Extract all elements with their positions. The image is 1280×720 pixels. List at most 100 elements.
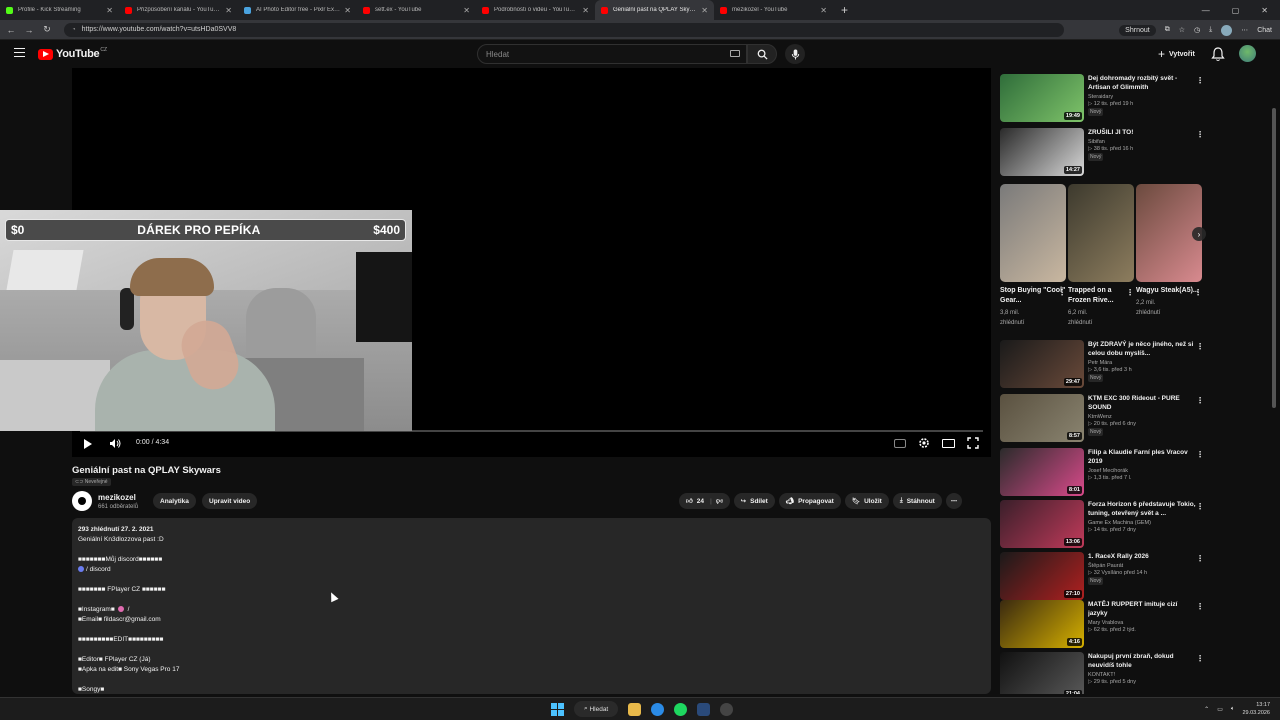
browser-tab[interactable]: Profile - Kick Streaming ✕ — [0, 0, 119, 20]
recommended-video[interactable]: 27:10 1. RaceX Rally 2026 Štěpán Paurát ▷ 3… — [1000, 552, 1206, 600]
browser-tab[interactable]: AI Photo Editor free - Pixlr Express ✕ — [238, 0, 357, 20]
fullscreen-icon[interactable] — [967, 437, 979, 449]
taskbar-search[interactable]: ⌕ Hledat — [574, 701, 619, 717]
recommended-video[interactable]: 8:57 KTM EXC 300 Rideout - PURE SOUND KtmW… — [1000, 394, 1206, 442]
volume-icon[interactable] — [109, 438, 121, 449]
more-options-icon[interactable]: ⋮ — [1196, 130, 1204, 139]
subtitles-icon[interactable] — [894, 438, 906, 448]
description-box[interactable]: 293 zhlédnutí 27. 2. 2021 Geniální Kn3dl… — [72, 518, 991, 694]
create-button[interactable]: + Vytvořit — [1152, 46, 1201, 62]
edit-video-button[interactable]: Upravit video — [202, 493, 258, 509]
tab-close-icon[interactable]: ✕ — [106, 6, 113, 15]
recommended-video[interactable]: 13:06 Forza Horizon 6 představuje Tokio, … — [1000, 500, 1206, 548]
profile-avatar[interactable] — [1221, 24, 1233, 36]
scrollbar-thumb[interactable] — [1272, 108, 1276, 408]
more-options-icon[interactable]: ⋮ — [1196, 502, 1204, 511]
video-thumbnail[interactable]: 4:16 — [1000, 600, 1084, 648]
search-input[interactable]: Hledat — [477, 44, 747, 64]
video-thumbnail[interactable]: 14:27 — [1000, 128, 1084, 176]
video-title[interactable]: Nakupuj první zbraň, dokud neuvidíš tohl… — [1088, 652, 1196, 670]
more-actions-button[interactable]: ⋯ — [945, 493, 963, 509]
tab-close-icon[interactable]: ✕ — [582, 6, 589, 15]
video-thumbnail[interactable]: 27:10 — [1000, 552, 1084, 600]
youtube-logo[interactable]: YouTube CZ — [38, 47, 107, 60]
theater-mode-icon[interactable] — [942, 438, 955, 448]
tab-close-icon[interactable]: ✕ — [344, 6, 351, 15]
video-title[interactable]: MATĚJ RUPPERT imituje cizí jazyky — [1088, 600, 1196, 618]
spotify-icon[interactable] — [674, 702, 688, 716]
extensions-icon[interactable]: ⧉ — [1165, 26, 1170, 34]
page-scrollbar[interactable] — [1270, 68, 1278, 694]
back-icon[interactable]: ← — [4, 25, 18, 35]
channel-name[interactable]: KtmWenz — [1088, 414, 1196, 420]
share-button[interactable]: ↪ Sdílet — [733, 493, 775, 509]
short-thumbnail[interactable] — [1068, 184, 1134, 282]
site-info-icon[interactable]: ◔ — [72, 27, 76, 33]
channel-name[interactable]: KONTAKT! — [1088, 672, 1196, 678]
more-options-icon[interactable]: ⋮ — [1196, 654, 1204, 663]
video-title[interactable]: Filip a Klaudie Farní ples Vracov 2019 — [1088, 448, 1196, 466]
short-title[interactable]: Wagyu Steak(A5)... — [1136, 286, 1202, 296]
short-title[interactable]: Stop Buying "Cool" Gear... — [1000, 286, 1066, 306]
channel-avatar[interactable] — [72, 491, 92, 511]
thumbs-down-icon[interactable]: 👍︎ — [716, 497, 723, 505]
channel-name[interactable]: Steraidary — [1088, 94, 1196, 100]
edge-browser-icon[interactable] — [651, 702, 665, 716]
new-tab-icon[interactable]: + — [841, 3, 848, 17]
browser-tab[interactable]: Podrobnosti o videu - YouTube Studio ✕ — [476, 0, 595, 20]
download-icon[interactable]: ⤓ — [1209, 26, 1212, 34]
menu-icon[interactable] — [14, 48, 25, 60]
recommended-video[interactable]: 29:47 Být ZDRAVÝ je něco jiného, než si c… — [1000, 340, 1206, 388]
tab-close-icon[interactable]: ✕ — [463, 6, 470, 15]
reload-icon[interactable]: ↻ — [40, 24, 54, 35]
clock[interactable]: 13:17 29.03.2026 — [1242, 701, 1270, 717]
maximize-icon[interactable]: ▢ — [1232, 6, 1240, 15]
channel-name[interactable]: Josef Mecihorák — [1088, 468, 1196, 474]
video-thumbnail[interactable]: 8:57 — [1000, 394, 1084, 442]
video-title[interactable]: 1. RaceX Rally 2026 — [1088, 552, 1196, 561]
more-options-icon[interactable]: ⋮ — [1058, 288, 1066, 297]
download-button[interactable]: ⤓ Stáhnout — [892, 493, 942, 509]
voice-search-button[interactable] — [785, 44, 805, 64]
tray-chevron-icon[interactable]: ⌃ — [1204, 706, 1209, 713]
favorites-icon[interactable]: ☆ — [1179, 26, 1185, 34]
more-options-icon[interactable]: ⋮ — [1196, 342, 1204, 351]
tab-close-icon[interactable]: ✕ — [225, 6, 232, 15]
channel-name[interactable]: Petr Mára — [1088, 360, 1196, 366]
short-title[interactable]: Trapped on a Frozen Rive... — [1068, 286, 1134, 306]
more-options-icon[interactable]: ⋮ — [1196, 450, 1204, 459]
short-thumbnail[interactable] — [1000, 184, 1066, 282]
more-options-icon[interactable]: ⋮ — [1196, 602, 1204, 611]
tab-close-icon[interactable]: ✕ — [820, 6, 827, 15]
shorts-next-button[interactable]: › — [1192, 227, 1206, 241]
channel-name[interactable]: Štěpán Paurát — [1088, 563, 1196, 569]
account-avatar[interactable] — [1239, 45, 1256, 62]
video-thumbnail[interactable]: 8:01 — [1000, 448, 1084, 496]
browser-tab[interactable]: sett.ex - YouTube ✕ — [357, 0, 476, 20]
recommended-video[interactable]: 14:27 ZRUŠILI JI TO! Sibifan ▷ 38 tis. před… — [1000, 128, 1206, 176]
obs-icon[interactable] — [720, 702, 734, 716]
channel-name[interactable]: mezikozel — [98, 493, 136, 502]
video-title[interactable]: ZRUŠILI JI TO! — [1088, 128, 1196, 137]
like-button[interactable]: 👍︎ 24 | 👍︎ — [679, 493, 730, 509]
short-video[interactable]: Stop Buying "Cool" Gear... 3,8 mil. zhlédn… — [1000, 184, 1066, 328]
browser-tab[interactable]: mezikozel - YouTube ✕ — [714, 0, 833, 20]
forward-icon[interactable]: → — [22, 25, 36, 35]
close-window-icon[interactable]: ✕ — [1261, 6, 1268, 15]
start-button[interactable] — [551, 702, 564, 716]
keyboard-icon[interactable] — [730, 50, 740, 57]
menu-dots-icon[interactable]: ⋯ — [1241, 26, 1248, 34]
analytics-button[interactable]: Analytika — [153, 493, 196, 509]
save-button[interactable]: 🔖︎ Uložit — [844, 493, 889, 509]
video-title[interactable]: KTM EXC 300 Rideout - PURE SOUND — [1088, 394, 1196, 412]
search-button[interactable] — [747, 44, 777, 64]
play-icon[interactable] — [84, 439, 92, 449]
browser-tab[interactable]: Geniální past na QPLAY Skywars - YouTube… — [595, 0, 714, 20]
network-icon[interactable]: ▭ — [1217, 706, 1223, 713]
video-title[interactable]: Být ZDRAVÝ je něco jiného, než si celou … — [1088, 340, 1196, 358]
recommended-video[interactable]: 4:16 MATĚJ RUPPERT imituje cizí jazyky Mar… — [1000, 600, 1206, 648]
steam-icon[interactable] — [697, 702, 711, 716]
minimize-icon[interactable]: — — [1202, 6, 1210, 15]
video-thumbnail[interactable]: 19:49 — [1000, 74, 1084, 122]
channel-name[interactable]: Game Ex Machina (GEM) — [1088, 520, 1196, 526]
